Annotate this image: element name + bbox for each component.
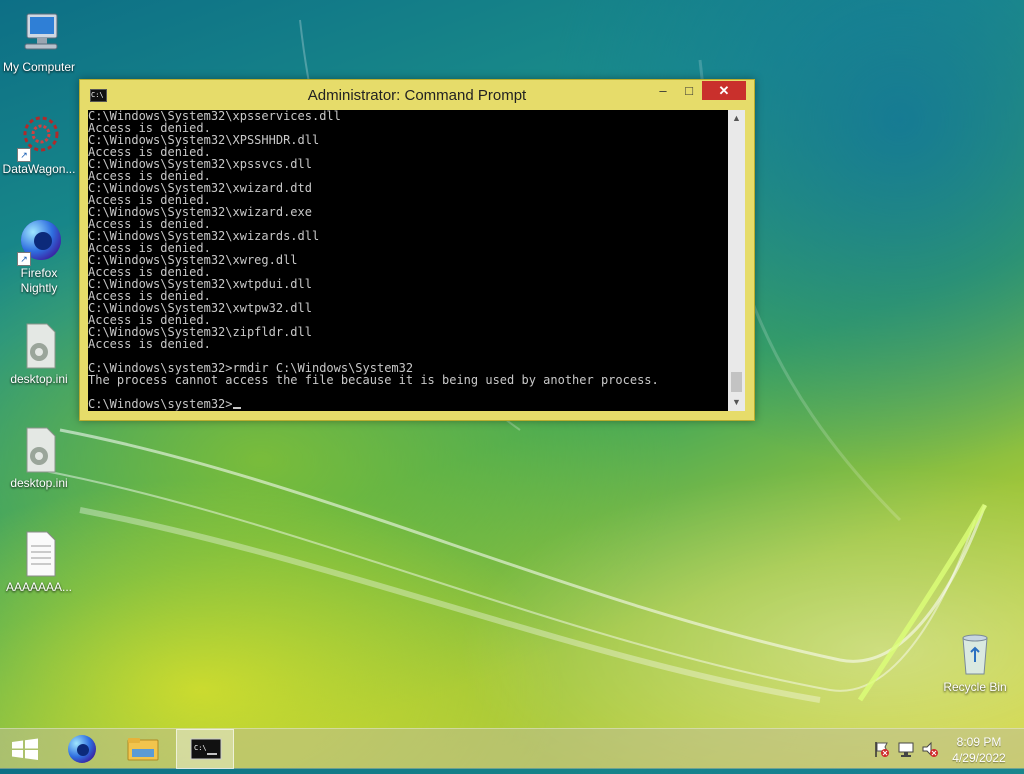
desktop-icon-datawagon[interactable]: ↗ DataWagon... bbox=[0, 112, 78, 177]
datawagon-icon: ↗ bbox=[15, 112, 63, 162]
desktop-icon-label: Recycle Bin bbox=[943, 680, 1007, 694]
command-prompt-window[interactable]: C:\ Administrator: Command Prompt – □ ✕ … bbox=[79, 79, 755, 421]
firefox-nightly-icon bbox=[68, 735, 96, 763]
vertical-scrollbar[interactable]: ▲ ▼ bbox=[728, 110, 745, 411]
text-cursor bbox=[232, 407, 241, 409]
shortcut-arrow-icon: ↗ bbox=[17, 252, 31, 266]
desktop-icon-desktop-ini-2[interactable]: desktop.ini bbox=[0, 426, 78, 491]
minimize-button[interactable]: – bbox=[650, 81, 676, 100]
config-file-icon bbox=[15, 426, 63, 474]
taskbar-command-prompt[interactable]: C:\ bbox=[176, 729, 234, 769]
desktop-icon-my-computer[interactable]: My Computer bbox=[0, 10, 78, 75]
console-text: C:\Windows\System32\xpsservices.dll Acce… bbox=[88, 110, 659, 411]
scrollbar-thumb[interactable] bbox=[731, 372, 742, 392]
console-prompt: C:\Windows\system32> bbox=[88, 397, 233, 411]
window-titlebar[interactable]: C:\ Administrator: Command Prompt – □ ✕ bbox=[80, 80, 754, 110]
maximize-button[interactable]: □ bbox=[676, 81, 702, 100]
windows-start-icon bbox=[12, 738, 38, 760]
network-icon[interactable] bbox=[897, 740, 915, 758]
volume-muted-icon[interactable] bbox=[921, 740, 939, 758]
desktop-icon-desktop-ini-1[interactable]: desktop.ini bbox=[0, 322, 78, 387]
desktop-icon-recycle-bin[interactable]: Recycle Bin bbox=[936, 630, 1014, 695]
svg-text:C:\: C:\ bbox=[194, 744, 207, 752]
file-explorer-icon bbox=[127, 738, 159, 761]
text-document-icon bbox=[15, 530, 63, 578]
recycle-bin-icon bbox=[951, 630, 999, 678]
taskbar: C:\ 8:09 PM 4/29/2022 bbox=[0, 728, 1024, 769]
action-center-flag-icon[interactable] bbox=[872, 740, 890, 758]
desktop-icon-label: desktop.ini bbox=[10, 372, 68, 386]
config-file-icon bbox=[15, 322, 63, 370]
desktop-icon-label: Firefox Nightly bbox=[20, 266, 58, 295]
desktop-icon-text-file[interactable]: AAAAAAA... bbox=[0, 530, 78, 595]
start-button[interactable] bbox=[0, 729, 50, 769]
desktop-icon-firefox-nightly[interactable]: ↗ Firefox Nightly bbox=[0, 216, 78, 296]
desktop-icon-label: My Computer bbox=[2, 60, 76, 74]
taskbar-file-explorer[interactable] bbox=[116, 729, 170, 769]
desktop-icon-label: DataWagon... bbox=[2, 162, 76, 176]
shortcut-arrow-icon: ↗ bbox=[17, 148, 31, 162]
system-clock[interactable]: 8:09 PM 4/29/2022 bbox=[944, 734, 1014, 766]
scroll-down-icon[interactable]: ▼ bbox=[728, 394, 745, 411]
desktop-icon-label: desktop.ini bbox=[10, 476, 68, 490]
computer-icon bbox=[15, 10, 63, 58]
close-button[interactable]: ✕ bbox=[702, 81, 746, 100]
scroll-up-icon[interactable]: ▲ bbox=[728, 110, 745, 127]
firefox-nightly-icon: ↗ bbox=[15, 216, 63, 266]
desktop-icon-label: AAAAAAA... bbox=[5, 580, 73, 594]
console-output[interactable]: C:\Windows\System32\xpsservices.dll Acce… bbox=[88, 110, 728, 411]
clock-time: 8:09 PM bbox=[956, 735, 1002, 749]
command-prompt-icon: C:\ bbox=[190, 738, 222, 760]
clock-date: 4/29/2022 bbox=[952, 751, 1006, 765]
taskbar-firefox-nightly[interactable] bbox=[56, 729, 108, 769]
